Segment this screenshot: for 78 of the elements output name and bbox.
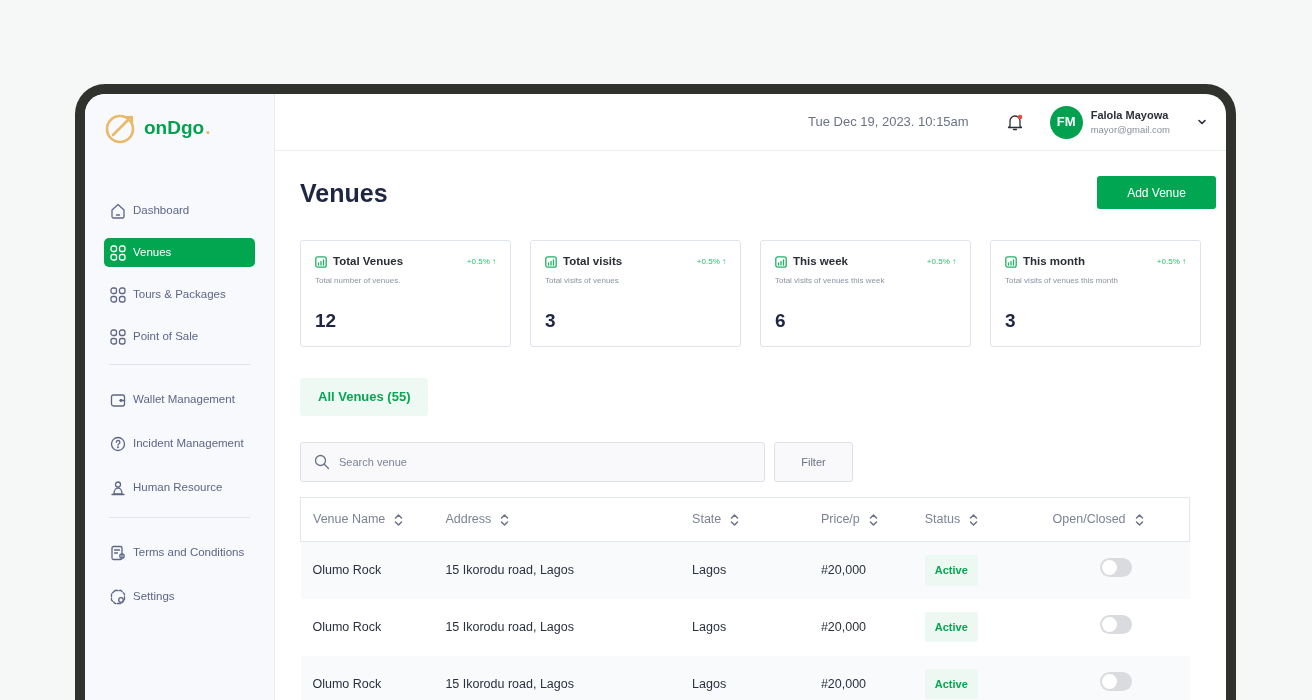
tab[interactable]: All Venues (55) bbox=[300, 378, 429, 416]
chart-icon bbox=[1005, 255, 1017, 268]
column-header[interactable]: Status bbox=[924, 510, 961, 529]
toggle-switch[interactable] bbox=[1099, 557, 1132, 577]
table-cell: 15 Ikorodu road, Lagos bbox=[445, 562, 574, 577]
stat-description: Total visits of venues this week bbox=[775, 275, 886, 288]
stat-description: Total number of venues. bbox=[315, 275, 402, 288]
wallet-icon bbox=[110, 391, 126, 408]
status-tag: Active bbox=[924, 555, 978, 586]
sort-icon[interactable] bbox=[730, 512, 740, 527]
status-tag: Active bbox=[924, 611, 978, 643]
sidebar-item[interactable]: Terms and Conditions bbox=[104, 538, 255, 567]
stat-value: 12 bbox=[315, 309, 338, 334]
stat-title: This month bbox=[1023, 254, 1085, 269]
chart-icon bbox=[315, 255, 327, 268]
stat-value: 3 bbox=[545, 309, 557, 334]
sidebar-item[interactable]: Human Resource bbox=[104, 473, 255, 502]
settings-icon bbox=[110, 588, 126, 605]
logo-text: onDgo bbox=[144, 115, 205, 140]
table-cell: 15 Ikorodu road, Lagos bbox=[445, 676, 574, 691]
table-cell: #20,000 bbox=[820, 676, 867, 691]
stat-description: Total visits of venues this month bbox=[1005, 275, 1119, 288]
column-header[interactable]: Address bbox=[445, 510, 492, 529]
table-cell: Olumo Rock bbox=[312, 676, 382, 691]
sort-icon[interactable] bbox=[394, 512, 404, 527]
grid-icon bbox=[110, 328, 126, 345]
stat-title: This week bbox=[793, 254, 848, 269]
stat-title: Total visits bbox=[563, 254, 623, 269]
user-name: Falola Mayowa bbox=[1090, 107, 1170, 123]
sort-icon[interactable] bbox=[868, 512, 878, 527]
sidebar-item[interactable]: Dashboard bbox=[104, 196, 255, 225]
stat-title: Total Venues bbox=[333, 254, 404, 269]
chart-icon bbox=[545, 255, 557, 268]
column-header[interactable]: State bbox=[692, 510, 722, 529]
sidebar-item[interactable]: Tours & Packages bbox=[104, 280, 255, 309]
sidebar-item[interactable]: Incident Management bbox=[104, 429, 255, 458]
document-icon bbox=[110, 544, 126, 561]
search-field[interactable]: Search venue bbox=[300, 442, 765, 482]
table-cell: #20,000 bbox=[820, 562, 867, 577]
grid-icon bbox=[110, 244, 126, 261]
logo-dot: . bbox=[205, 115, 211, 140]
table-cell: #20,000 bbox=[820, 619, 867, 634]
table-cell: Lagos bbox=[692, 676, 727, 691]
column-header[interactable]: Price/p bbox=[820, 510, 860, 529]
table-cell: 15 Ikorodu road, Lagos bbox=[445, 619, 574, 634]
change-indicator: +0.5% ↑ bbox=[466, 255, 496, 268]
change-indicator: +0.5% ↑ bbox=[1156, 255, 1186, 268]
question-icon bbox=[110, 435, 126, 452]
sidebar-item[interactable]: Point of Sale bbox=[104, 322, 255, 351]
filter-button[interactable]: Filter bbox=[774, 442, 853, 482]
chart-icon bbox=[775, 255, 787, 268]
table-cell: Olumo Rock bbox=[312, 562, 382, 577]
search-icon bbox=[314, 454, 330, 470]
page-title: Venues bbox=[300, 177, 388, 208]
user-email: mayor@gmail.com bbox=[1090, 123, 1170, 138]
table-cell: Lagos bbox=[692, 562, 727, 577]
person-icon bbox=[110, 479, 126, 496]
avatar[interactable]: FM bbox=[1049, 105, 1083, 139]
change-indicator: +0.5% ↑ bbox=[926, 255, 956, 268]
stat-description: Total visits of venues bbox=[545, 275, 620, 288]
change-indicator: +0.5% ↑ bbox=[696, 255, 726, 268]
toggle-switch[interactable] bbox=[1099, 671, 1132, 691]
sort-icon[interactable] bbox=[969, 512, 979, 527]
table-cell: Olumo Rock bbox=[312, 619, 382, 634]
add-venue-button[interactable]: Add Venue bbox=[1097, 176, 1216, 209]
stat-value: 3 bbox=[1005, 309, 1017, 334]
sort-icon[interactable] bbox=[1134, 512, 1144, 527]
home-icon bbox=[110, 202, 126, 219]
status-tag: Active bbox=[924, 668, 978, 700]
sidebar-item[interactable]: Wallet Management bbox=[104, 385, 255, 414]
toggle-switch[interactable] bbox=[1099, 614, 1132, 634]
sort-icon[interactable] bbox=[500, 512, 510, 527]
sidebar-item[interactable]: Settings bbox=[104, 582, 255, 611]
grid-icon bbox=[110, 286, 126, 303]
sidebar-item[interactable]: Venues bbox=[104, 238, 255, 267]
date-time: Tue Dec 19, 2023. 10:15am bbox=[808, 113, 969, 132]
table-cell: Lagos bbox=[692, 619, 727, 634]
stat-value: 6 bbox=[775, 309, 787, 334]
